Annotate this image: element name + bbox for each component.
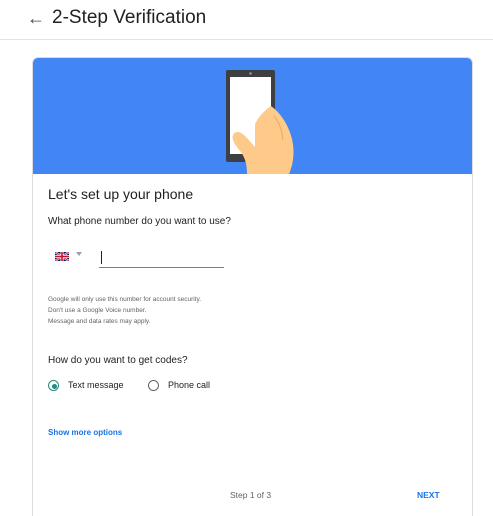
phone-question: What phone number do you want to use? — [48, 216, 231, 227]
uk-flag-icon[interactable] — [55, 252, 69, 261]
card-title: Let's set up your phone — [48, 186, 194, 202]
page-header: ← 2-Step Verification — [0, 0, 493, 40]
radio-text-message[interactable]: Text message — [48, 380, 138, 394]
radio-phone-call[interactable]: Phone call — [148, 380, 228, 394]
phone-in-hand-illustration — [226, 70, 294, 174]
banner — [33, 58, 472, 174]
radio-label: Text message — [68, 380, 124, 390]
radio-label: Phone call — [168, 380, 211, 390]
step-indicator: Step 1 of 3 — [230, 490, 272, 500]
codes-question: How do you want to get codes? — [48, 355, 188, 366]
radio-button-unchecked[interactable] — [148, 380, 159, 391]
phone-number-row — [55, 247, 255, 271]
show-more-options-link[interactable]: Show more options — [48, 428, 122, 437]
note-line: Google will only use this number for acc… — [48, 296, 202, 303]
phone-number-input[interactable] — [99, 247, 224, 268]
setup-card: Let's set up your phone What phone numbe… — [32, 57, 473, 516]
page-title: 2-Step Verification — [52, 7, 207, 28]
note-line: Message and data rates may apply. — [48, 318, 151, 325]
arrow-back-icon[interactable]: ← — [27, 8, 45, 28]
caret-down-icon[interactable] — [76, 252, 82, 256]
radio-button-checked[interactable] — [48, 380, 59, 391]
text-cursor — [101, 251, 102, 264]
phone-camera — [249, 72, 252, 75]
note-line: Don't use a Google Voice number. — [48, 307, 147, 314]
next-button[interactable]: NEXT — [417, 490, 440, 500]
phone-notes: Google will only use this number for acc… — [48, 294, 201, 327]
